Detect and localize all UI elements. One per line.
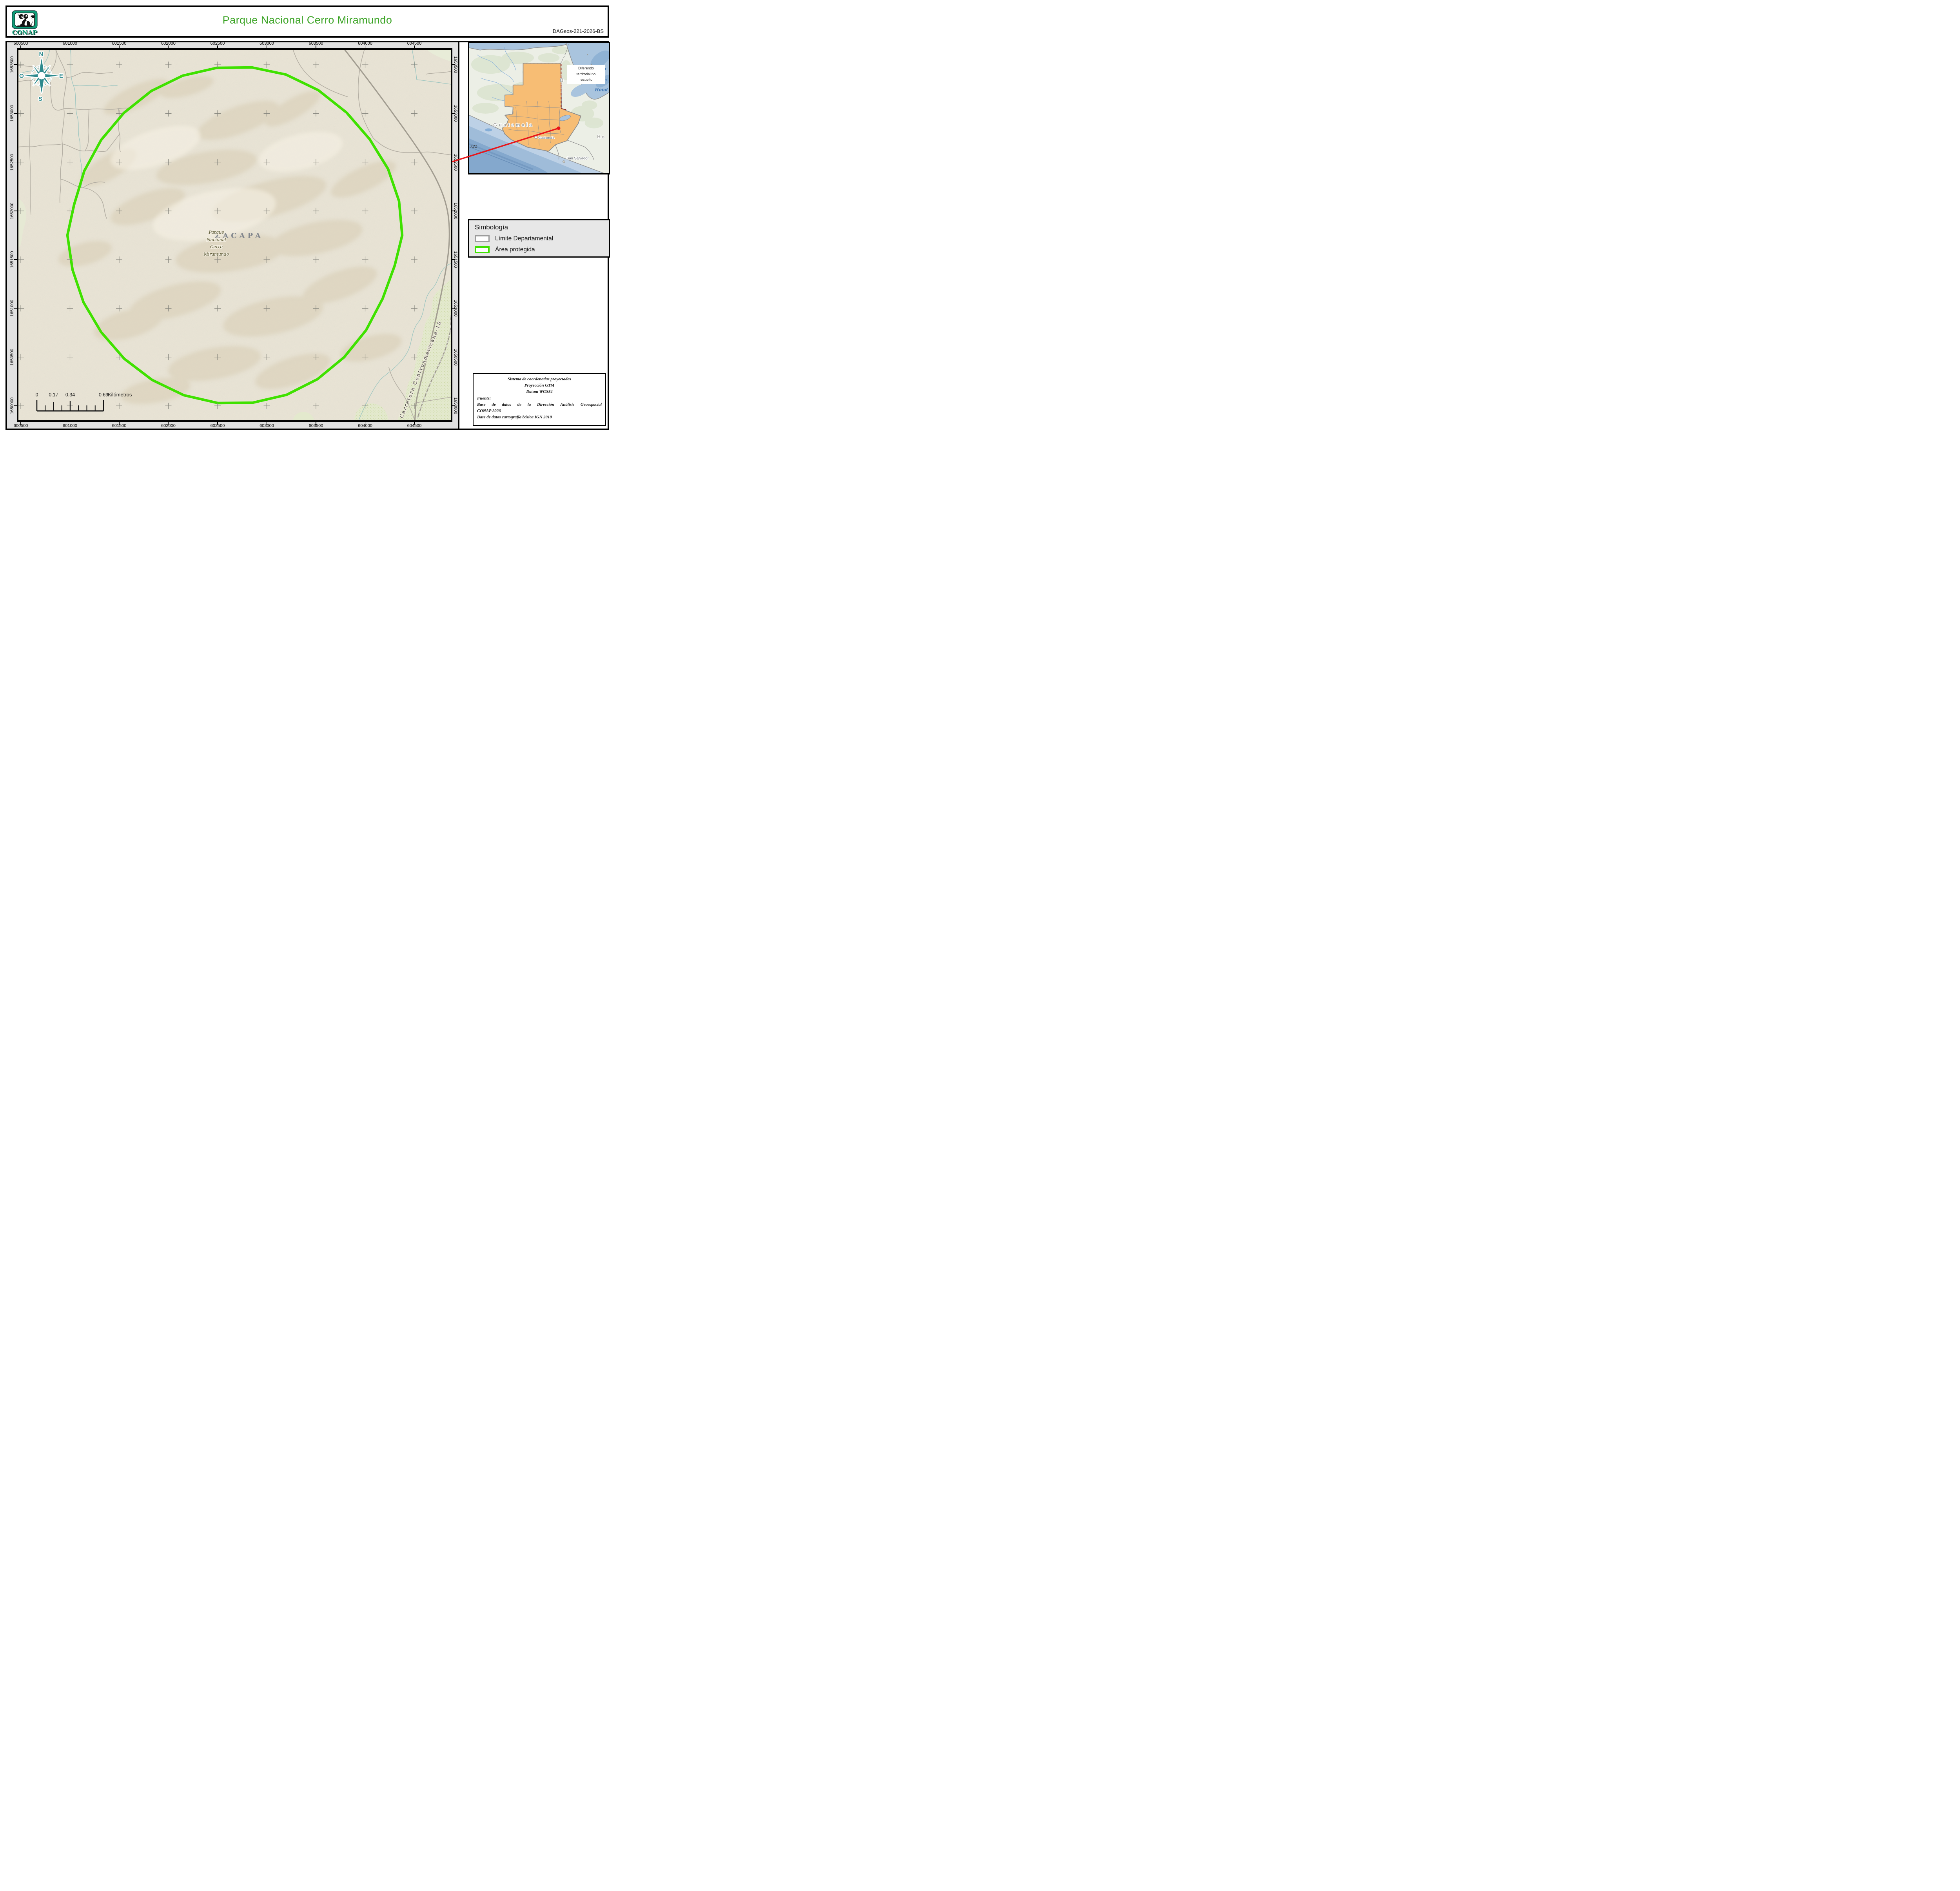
inset-belize-label-fragment: B [560, 77, 563, 83]
inset-city-label: Guatemala [538, 136, 554, 140]
legend-label: Área protegida [495, 246, 535, 253]
park-name-line: Nacional [206, 237, 226, 242]
compass-south-label: S [38, 96, 42, 102]
legend-row-departmental: Límite Departamental [475, 235, 603, 242]
inset-route-number: 721 [470, 144, 477, 149]
scale-tick-label: 0.69 [99, 392, 108, 398]
main-map-canvas: N S E O ZACAPA Parque Nacional Cerro Mir… [18, 50, 451, 420]
note-line: territorial no [567, 71, 605, 77]
conap-logo-text: CONAP [12, 29, 38, 36]
note-line: resuelto [567, 77, 605, 83]
map-frame: N S E O ZACAPA Parque Nacional Cerro Mir… [17, 48, 452, 422]
page-title: Parque Nacional Cerro Miramundo [7, 14, 608, 26]
info-source-line: CONAP 2026 [477, 408, 602, 414]
info-source-line: Base de datos de la Dirección Análisis G… [477, 401, 602, 408]
protected-area-swatch [475, 246, 490, 253]
compass-west-label: O [19, 73, 24, 80]
legend-title: Simbología [475, 223, 603, 231]
inset-locator-map: Guatemala B Guatemala San Salvador Ho Gu… [468, 42, 610, 174]
inset-honduras-label-fragment: Ho [597, 134, 606, 140]
park-name-line: Parque [208, 230, 224, 235]
info-line: Sistema de coordenadas proyectadas [477, 376, 602, 382]
info-line: Datum WGS84 [477, 389, 602, 395]
info-source-line: Base de datos cartografía básica IGN 201… [477, 414, 602, 420]
park-name-line: Miramundo [203, 252, 229, 257]
document-code: DAGeos-221-2026-BS [553, 28, 604, 34]
svg-text:o: o [604, 78, 607, 82]
svg-text:Hond: Hond [594, 87, 608, 93]
legend-row-protected-area: Área protegida [475, 246, 603, 253]
info-source-heading: Fuente: [477, 395, 602, 401]
departmental-boundary-swatch [475, 235, 490, 242]
info-line: Proyección GTM [477, 382, 602, 389]
legend-label: Límite Departamental [495, 235, 553, 242]
compass-east-label: E [59, 73, 63, 80]
park-name-line: Cerro [210, 244, 223, 249]
inset-city-marker [535, 136, 537, 138]
header-bar: CONAP Parque Nacional Cerro Miramundo DA… [5, 5, 609, 38]
scale-tick-label: 0 [36, 392, 38, 398]
legend-box: Simbología Límite Departamental Área pro… [468, 219, 610, 258]
scale-tick-label: 0.34 [65, 392, 75, 398]
scale-tick-label: 0.17 [49, 392, 58, 398]
inset-country-label: Guatemala [493, 122, 534, 127]
inset-san-salvador-label: San Salvador [566, 156, 588, 160]
scale-unit-label: Kilómetros [108, 392, 132, 398]
note-line: Diferendo [567, 65, 605, 71]
territorial-note-box: Diferendo territorial no resuelto [567, 65, 605, 84]
inset-san-salvador-marker [563, 161, 565, 163]
inset-map-canvas: Guatemala B Guatemala San Salvador Ho Gu… [469, 43, 609, 173]
compass-north-label: N [39, 51, 44, 58]
map-document-page: CONAP Parque Nacional Cerro Miramundo DA… [0, 0, 615, 436]
projection-info-box: Sistema de coordenadas proyectadas Proye… [473, 373, 606, 426]
